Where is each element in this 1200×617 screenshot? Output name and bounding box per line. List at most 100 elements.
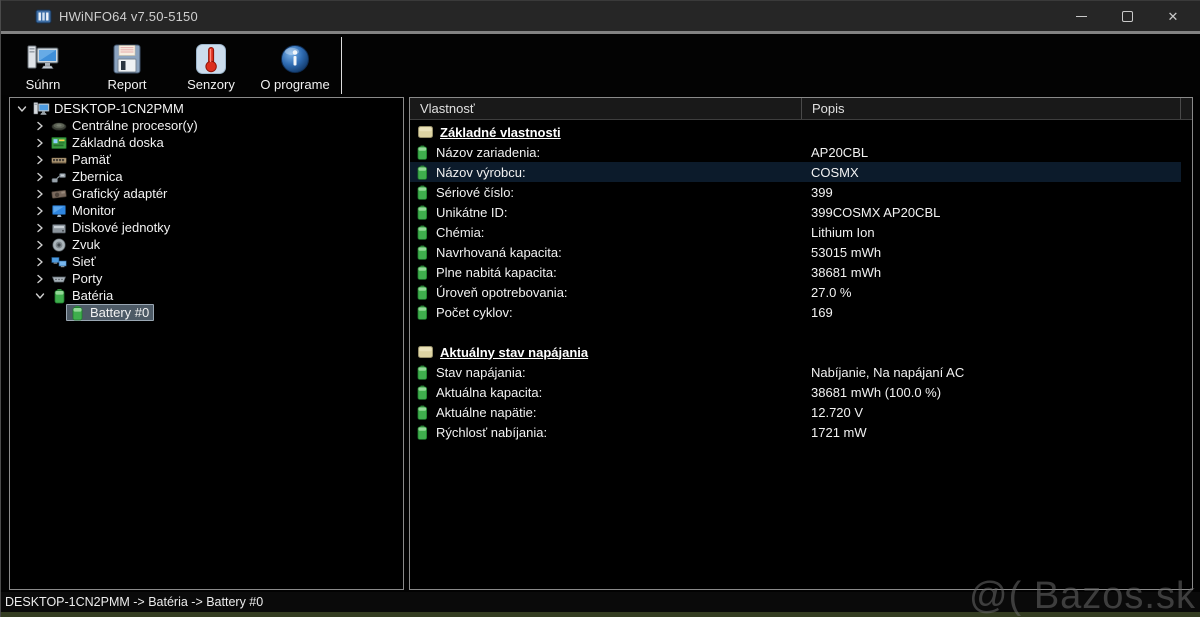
tree-item-bateria[interactable]: Batéria <box>10 287 403 304</box>
chevron-right-icon[interactable] <box>32 118 48 134</box>
tree-item-centralne-procesor-y[interactable]: Centrálne procesor(y) <box>10 117 403 134</box>
property-row-seriove-cislo[interactable]: Sériové číslo: 399 <box>410 182 1181 202</box>
property-row-chemia[interactable]: Chémia: Lithium Ion <box>410 222 1181 242</box>
property-row-aktualna-kapacita[interactable]: Aktuálna kapacita: 38681 mWh (100.0 %) <box>410 382 1181 402</box>
tree-item-siet[interactable]: Sieť <box>10 253 403 270</box>
tree-item-monitor[interactable]: Monitor <box>10 202 403 219</box>
property-value: 27.0 % <box>811 284 852 300</box>
chevron-right-icon[interactable] <box>32 271 48 287</box>
toolbar-button-o-programe[interactable]: O programe <box>253 34 337 95</box>
property-row-pocet-cyklov[interactable]: Počet cyklov: 169 <box>410 302 1181 322</box>
toolbar-buttons: Súhrn Report Senzory O programe <box>1 34 1200 95</box>
column-header-popis[interactable]: Popis <box>801 98 1180 119</box>
folder-icon <box>418 125 433 139</box>
tree-item-zvuk[interactable]: Zvuk <box>10 236 403 253</box>
battery-icon <box>417 165 428 180</box>
property-row-navrhovana-kapacita[interactable]: Navrhovaná kapacita: 53015 mWh <box>410 242 1181 262</box>
tree-item-label: Monitor <box>72 203 116 218</box>
property-row-rychlost-nabijania[interactable]: Rýchlosť nabíjania: 1721 mW <box>410 422 1181 442</box>
battery-icon <box>417 225 428 240</box>
property-label-cell: Rýchlosť nabíjania: <box>410 425 801 440</box>
close-button[interactable]: ✕ <box>1150 1 1196 32</box>
tree-item-zbernica[interactable]: Zbernica <box>10 168 403 185</box>
tree-item-diskove-jednotky[interactable]: Diskové jednotky <box>10 219 403 236</box>
tree-item-box: DESKTOP-1CN2PMM <box>30 100 189 117</box>
tree-item-desktop-1cn2pmm[interactable]: DESKTOP-1CN2PMM <box>10 100 403 117</box>
chevron-right-icon[interactable] <box>32 186 48 202</box>
property-label-cell: Aktuálne napätie: <box>410 405 801 420</box>
tree-item-box: Monitor <box>48 202 120 219</box>
titlebar: HWiNFO64 v7.50-5150 ✕ <box>1 0 1200 31</box>
gpu-icon <box>50 186 68 202</box>
tree-item-label: Sieť <box>72 254 96 269</box>
chevron-right-icon[interactable] <box>32 203 48 219</box>
tree-item-battery-0[interactable]: Battery #0 <box>10 304 403 321</box>
tree-item-porty[interactable]: Porty <box>10 270 403 287</box>
property-label: Chémia: <box>436 224 485 240</box>
battery-icon <box>417 425 428 440</box>
tree-item-label: Centrálne procesor(y) <box>72 118 198 133</box>
floppy-icon <box>110 42 144 76</box>
toolbar-button-senzory[interactable]: Senzory <box>169 34 253 95</box>
tree-item-label: Batéria <box>72 288 114 303</box>
tree-item-graficky-adapter[interactable]: Grafický adaptér <box>10 185 403 202</box>
app-icon <box>35 8 52 25</box>
tree-item-label: Zbernica <box>72 169 123 184</box>
folder-icon <box>418 345 433 359</box>
tree-item-label: Battery #0 <box>90 305 150 320</box>
property-row-uroven-opotrebovania[interactable]: Úroveň opotrebovania: 27.0 % <box>410 282 1181 302</box>
chevron-right-icon[interactable] <box>32 135 48 151</box>
property-label-cell: Stav napájania: <box>410 365 801 380</box>
property-value: COSMX <box>811 164 859 180</box>
chevron-down-icon[interactable] <box>32 288 48 304</box>
chevron-right-icon[interactable] <box>32 254 48 270</box>
toolbar-button-label: Súhrn <box>25 77 61 92</box>
tree-item-label: Grafický adaptér <box>72 186 168 201</box>
tree-item-box: Základná doska <box>48 134 169 151</box>
property-row-plne-nabita-kapacita[interactable]: Plne nabitá kapacita: 38681 mWh <box>410 262 1181 282</box>
property-row-stav-napajania[interactable]: Stav napájania: Nabíjanie, Na napájaní AC <box>410 362 1181 382</box>
tree-item-pamat[interactable]: Pamäť <box>10 151 403 168</box>
tree-item-box: Zvuk <box>48 236 105 253</box>
property-row-unikatne-id[interactable]: Unikátne ID: 399COSMX AP20CBL <box>410 202 1181 222</box>
properties-header: Vlastnosť Popis <box>410 98 1192 120</box>
tree-item-box: Batéria <box>48 287 118 304</box>
chevron-right-icon[interactable] <box>32 152 48 168</box>
properties-body: Základné vlastnosti Názov zariadenia: AP20… <box>410 120 1192 442</box>
maximize-button[interactable] <box>1104 1 1150 32</box>
memory-icon <box>50 152 68 168</box>
tree-item-box: Sieť <box>48 253 101 270</box>
chevron-right-icon[interactable] <box>32 237 48 253</box>
minimize-button[interactable] <box>1058 1 1104 32</box>
tree-item-label: Základná doska <box>72 135 164 150</box>
bus-icon <box>50 169 68 185</box>
tree-connector <box>50 305 66 321</box>
toolbar-button-report[interactable]: Report <box>85 34 169 95</box>
computer-icon <box>26 42 60 76</box>
disk-icon <box>50 220 68 236</box>
property-value: AP20CBL <box>811 144 869 160</box>
monitor-icon <box>50 203 68 219</box>
property-label: Aktuálne napätie: <box>436 404 537 420</box>
property-row-nazov-vyrobcu[interactable]: Názov výrobcu: COSMX <box>410 162 1181 182</box>
chevron-right-icon[interactable] <box>32 220 48 236</box>
tree-item-box: Diskové jednotky <box>48 219 175 236</box>
chevron-down-icon[interactable] <box>14 101 30 117</box>
info-icon <box>278 42 312 76</box>
property-label: Názov výrobcu: <box>436 164 526 180</box>
property-row-nazov-zariadenia[interactable]: Názov zariadenia: AP20CBL <box>410 142 1181 162</box>
thermometer-icon <box>194 42 228 76</box>
property-row-aktualne-napatie[interactable]: Aktuálne napätie: 12.720 V <box>410 402 1181 422</box>
property-value: 12.720 V <box>811 404 864 420</box>
tree-item-zakladna-doska[interactable]: Základná doska <box>10 134 403 151</box>
battery-icon <box>417 205 428 220</box>
column-header-vlastnost[interactable]: Vlastnosť <box>410 98 801 119</box>
tree-item-label: DESKTOP-1CN2PMM <box>54 101 184 116</box>
chevron-right-icon[interactable] <box>32 169 48 185</box>
battery-icon <box>417 145 428 160</box>
battery-icon <box>417 385 428 400</box>
toolbar-button-suhrn[interactable]: Súhrn <box>1 34 85 95</box>
property-value: Lithium Ion <box>811 224 875 240</box>
property-label: Rýchlosť nabíjania: <box>436 424 548 440</box>
